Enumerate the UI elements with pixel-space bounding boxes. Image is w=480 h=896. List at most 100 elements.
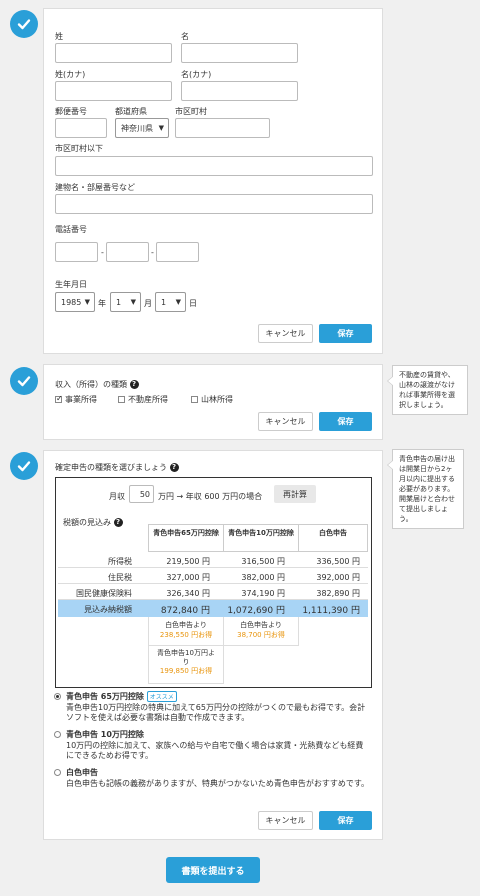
- saving-caption: 青色申告10万円より: [157, 649, 215, 666]
- save-button[interactable]: 保存: [319, 811, 372, 830]
- checkbox-icon[interactable]: [118, 396, 125, 403]
- completed-check-icon: [10, 10, 38, 38]
- income-type-title: 収入（所得）の種類 ?: [55, 379, 139, 390]
- col-header-blue65: 青色申告65万円控除: [148, 524, 224, 552]
- first-name-input[interactable]: [181, 43, 298, 63]
- checkbox-checked-icon[interactable]: [55, 394, 63, 403]
- completed-check-icon: [10, 452, 38, 480]
- building-input[interactable]: [55, 194, 373, 214]
- row-value: 219,500 円: [166, 557, 210, 566]
- filing-type-title-text: 確定申告の種類を選びましょう: [55, 463, 167, 472]
- row-label: 所得税: [108, 557, 132, 566]
- city-input[interactable]: [175, 118, 270, 138]
- last-name-input[interactable]: [55, 43, 172, 63]
- last-name-kana-input[interactable]: [55, 81, 172, 101]
- address-input[interactable]: [55, 156, 373, 176]
- phone-input-2[interactable]: [106, 242, 149, 262]
- estimate-box: 月収 50 万円 → 年収 600 万円の場合 再計算 税額の見込み ? 青色申…: [55, 477, 372, 688]
- birth-day-value: 1: [161, 297, 167, 307]
- income-option-label: 山林所得: [201, 395, 233, 404]
- choice-blue10-desc: 10万円の控除に加えて、家族への給与や自宅で働く場合は家賃・光熱費なども経費にで…: [66, 741, 364, 760]
- prefecture-select[interactable]: 神奈川県 ▼: [115, 118, 169, 138]
- postal-code-input[interactable]: [55, 118, 107, 138]
- row-value: 382,000 円: [241, 573, 285, 582]
- phone-separator: -: [151, 248, 154, 257]
- tax-row: 国民健康保険料 326,340 円 374,190 円 382,890 円: [58, 584, 368, 600]
- total-value: 1,111,390 円: [302, 606, 360, 616]
- row-value: 326,340 円: [166, 589, 210, 598]
- row-value: 382,890 円: [316, 589, 360, 598]
- checkbox-icon[interactable]: [191, 396, 198, 403]
- last-name-kana-label: 姓(カナ): [55, 70, 86, 79]
- row-label: 国民健康保険料: [76, 589, 132, 598]
- phone-label: 電話番号: [55, 225, 87, 234]
- phone-input-1[interactable]: [55, 242, 98, 262]
- total-label: 見込み納税額: [84, 605, 132, 614]
- first-name-kana-input[interactable]: [181, 81, 298, 101]
- choice-blue65-title[interactable]: 青色申告 65万円控除 オススメ: [66, 691, 177, 702]
- phone-input-3[interactable]: [156, 242, 199, 262]
- income-option-forestry[interactable]: 山林所得: [191, 394, 233, 405]
- recommended-badge: オススメ: [146, 691, 177, 702]
- save-button[interactable]: 保存: [319, 412, 372, 431]
- cancel-button[interactable]: キャンセル: [258, 811, 313, 830]
- tax-total-row: 見込み納税額 872,840 円 1,072,690 円 1,111,390 円: [58, 600, 368, 617]
- help-icon[interactable]: ?: [169, 463, 179, 472]
- choice-white-desc: 白色申告も記帳の義務がありますが、特典がつかないため青色申告がおすすめです。: [66, 779, 370, 788]
- building-label: 建物名・部屋番号など: [55, 183, 135, 192]
- radio-icon[interactable]: [54, 769, 61, 776]
- total-value: 872,840 円: [160, 606, 210, 616]
- help-icon[interactable]: ?: [129, 380, 139, 389]
- saving-blue65-vs-blue10: 青色申告10万円より 199,850 円お得: [148, 646, 224, 684]
- first-name-kana-label: 名(カナ): [181, 70, 212, 79]
- income-option-business[interactable]: 事業所得: [55, 394, 97, 405]
- saving-amount: 199,850 円お得: [159, 667, 213, 675]
- birth-year-select[interactable]: 1985 ▼: [55, 292, 95, 312]
- saving-blue10-vs-white: 白色申告より 38,700 円お得: [223, 617, 299, 646]
- cancel-button[interactable]: キャンセル: [258, 412, 313, 431]
- help-icon[interactable]: ?: [113, 518, 123, 527]
- radio-selected-icon[interactable]: [54, 693, 61, 700]
- tax-estimate-label: 税額の見込み ?: [63, 517, 123, 528]
- submit-documents-button[interactable]: 書類を提出する: [166, 857, 260, 883]
- cancel-button[interactable]: キャンセル: [258, 324, 313, 343]
- city-label: 市区町村: [175, 107, 207, 116]
- tax-row: 所得税 219,500 円 316,500 円 336,500 円: [58, 552, 368, 568]
- income-tooltip: 不動産の賃貸や、山林の譲渡がなければ事業所得を選択しましょう。: [387, 365, 468, 415]
- recalculate-button[interactable]: 再計算: [274, 485, 316, 503]
- prefecture-label: 都道府県: [115, 107, 147, 116]
- address-label: 市区町村以下: [55, 144, 103, 153]
- filing-tooltip: 青色申告の届け出は開業日から2ヶ月以内に提出する必要があります。開業届けと合わせ…: [387, 449, 464, 529]
- chevron-down-icon: ▼: [175, 298, 181, 306]
- year-unit: 年: [98, 299, 106, 308]
- chevron-down-icon: ▼: [130, 298, 136, 306]
- income-type-title-text: 収入（所得）の種類: [55, 380, 127, 389]
- tax-estimate-label-text: 税額の見込み: [63, 518, 111, 527]
- save-button[interactable]: 保存: [319, 324, 372, 343]
- birth-month-select[interactable]: 1 ▼: [110, 292, 141, 312]
- radio-icon[interactable]: [54, 731, 61, 738]
- month-unit: 月: [144, 299, 152, 308]
- income-option-real-estate[interactable]: 不動産所得: [118, 394, 168, 405]
- row-value: 336,500 円: [316, 557, 360, 566]
- saving-amount: 238,550 円お得: [159, 631, 213, 639]
- personal-info-panel: 姓 名 姓(カナ) 名(カナ) 郵便番号 都道府県 神奈川県 ▼ 市区町村 市区…: [43, 8, 383, 354]
- col-header-white: 白色申告: [298, 524, 368, 552]
- filing-type-panel: 確定申告の種類を選びましょう ? 月収 50 万円 → 年収 600 万円の場合…: [43, 450, 383, 840]
- col-header-blue10: 青色申告10万円控除: [223, 524, 299, 552]
- saving-blue65-vs-white: 白色申告より 238,550 円お得: [148, 617, 224, 646]
- filing-type-title: 確定申告の種類を選びましょう ?: [55, 462, 179, 473]
- birth-month-value: 1: [116, 297, 122, 307]
- phone-separator: -: [101, 248, 104, 257]
- chevron-down-icon: ▼: [158, 124, 164, 132]
- birth-year-value: 1985: [61, 297, 82, 307]
- income-option-label: 不動産所得: [128, 395, 168, 404]
- income-type-panel: 収入（所得）の種類 ? 事業所得 不動産所得 山林所得 キャンセル 保存: [43, 364, 383, 440]
- day-unit: 日: [189, 299, 197, 308]
- choice-white-title[interactable]: 白色申告: [66, 767, 98, 778]
- completed-check-icon: [10, 367, 38, 395]
- monthly-income-input[interactable]: 50: [129, 485, 154, 503]
- choice-blue10-title[interactable]: 青色申告 10万円控除: [66, 729, 144, 740]
- annual-income-text: 万円 → 年収 600 万円の場合: [158, 492, 263, 501]
- birth-day-select[interactable]: 1 ▼: [155, 292, 186, 312]
